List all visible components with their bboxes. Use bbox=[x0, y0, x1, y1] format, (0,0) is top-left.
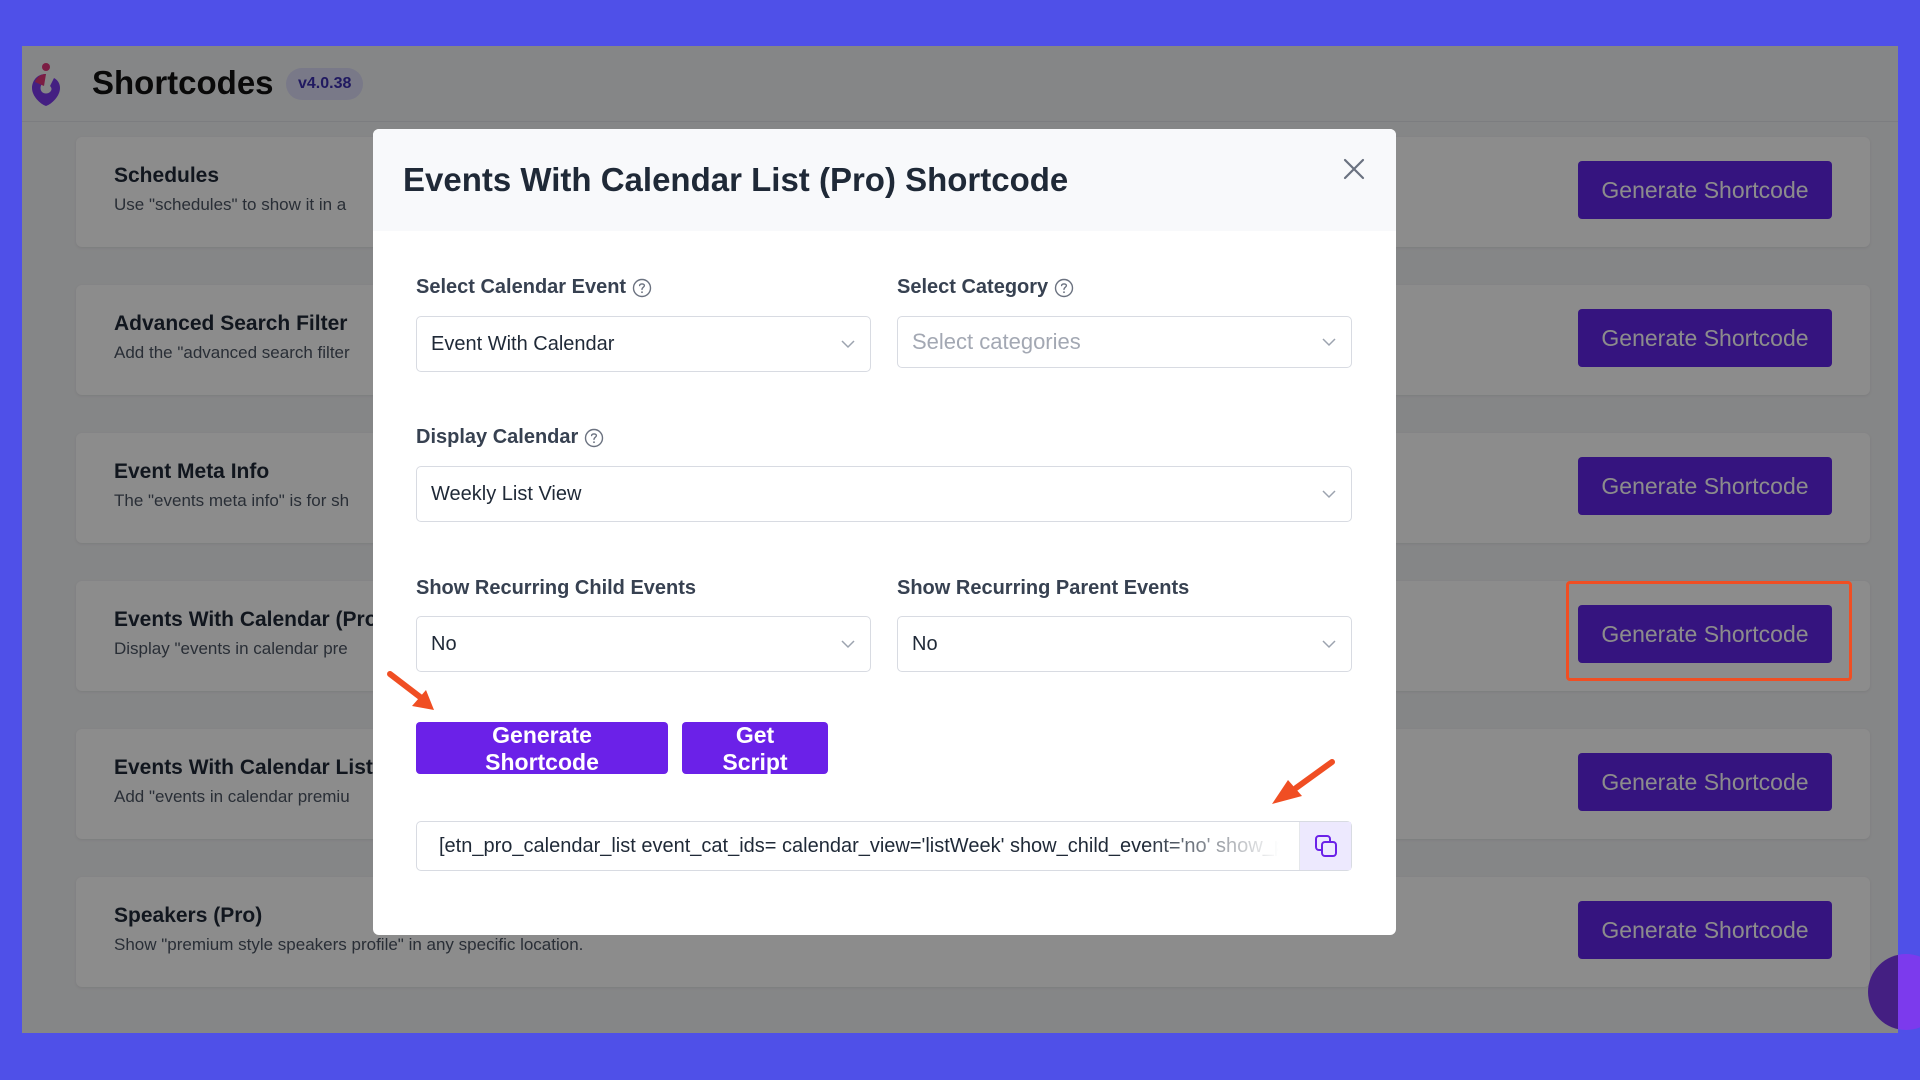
shortcode-text[interactable]: [etn_pro_calendar_list event_cat_ids= ca… bbox=[439, 822, 1279, 870]
display-calendar-value: Weekly List View bbox=[431, 482, 582, 505]
generate-shortcode-button[interactable]: Generate Shortcode bbox=[416, 722, 668, 775]
recurring-parent-label: Show Recurring Parent Events bbox=[897, 577, 1189, 600]
get-script-button[interactable]: Get Script bbox=[682, 722, 828, 775]
category-select[interactable]: Select categories bbox=[897, 316, 1352, 368]
close-button[interactable] bbox=[1334, 149, 1374, 189]
recurring-child-label-text: Show Recurring Child Events bbox=[416, 577, 697, 599]
arrow-annotation-icon bbox=[1272, 759, 1335, 804]
calendar-event-select[interactable]: Event With Calendar bbox=[416, 316, 871, 372]
chevron-down-icon bbox=[841, 340, 855, 349]
chevron-down-icon bbox=[1322, 640, 1336, 649]
recurring-parent-value: No bbox=[912, 632, 938, 655]
help-circle-icon[interactable] bbox=[584, 428, 604, 448]
modal-header: Events With Calendar List (Pro) Shortcod… bbox=[373, 129, 1396, 231]
arrow-annotation-icon bbox=[387, 671, 434, 710]
calendar-event-label-text: Select Calendar Event bbox=[416, 276, 627, 298]
category-placeholder: Select categories bbox=[912, 329, 1081, 354]
recurring-parent-label-text: Show Recurring Parent Events bbox=[897, 577, 1190, 599]
recurring-parent-select[interactable]: No bbox=[897, 616, 1352, 672]
recurring-child-label: Show Recurring Child Events bbox=[416, 577, 696, 600]
help-circle-icon[interactable] bbox=[1054, 278, 1074, 298]
highlight-box bbox=[1566, 581, 1852, 681]
category-label-text: Select Category bbox=[897, 276, 1049, 298]
chevron-down-icon bbox=[841, 640, 855, 649]
help-circle-icon[interactable] bbox=[632, 278, 652, 298]
display-calendar-select[interactable]: Weekly List View bbox=[416, 466, 1352, 522]
chevron-down-icon bbox=[1322, 338, 1336, 347]
shortcode-output[interactable]: [etn_pro_calendar_list event_cat_ids= ca… bbox=[416, 821, 1352, 871]
modal-title: Events With Calendar List (Pro) Shortcod… bbox=[403, 161, 1069, 198]
copy-button[interactable] bbox=[1299, 822, 1351, 870]
shortcode-modal: Events With Calendar List (Pro) Shortcod… bbox=[373, 129, 1396, 935]
recurring-child-value: No bbox=[431, 632, 457, 655]
category-label: Select Category bbox=[897, 276, 1074, 299]
display-calendar-label-text: Display Calendar bbox=[416, 426, 579, 448]
close-icon bbox=[1343, 158, 1365, 180]
calendar-event-label: Select Calendar Event bbox=[416, 276, 652, 299]
calendar-event-value: Event With Calendar bbox=[431, 332, 615, 355]
display-calendar-label: Display Calendar bbox=[416, 426, 604, 449]
chevron-down-icon bbox=[1322, 490, 1336, 499]
copy-icon bbox=[1314, 835, 1337, 857]
recurring-child-select[interactable]: No bbox=[416, 616, 871, 672]
